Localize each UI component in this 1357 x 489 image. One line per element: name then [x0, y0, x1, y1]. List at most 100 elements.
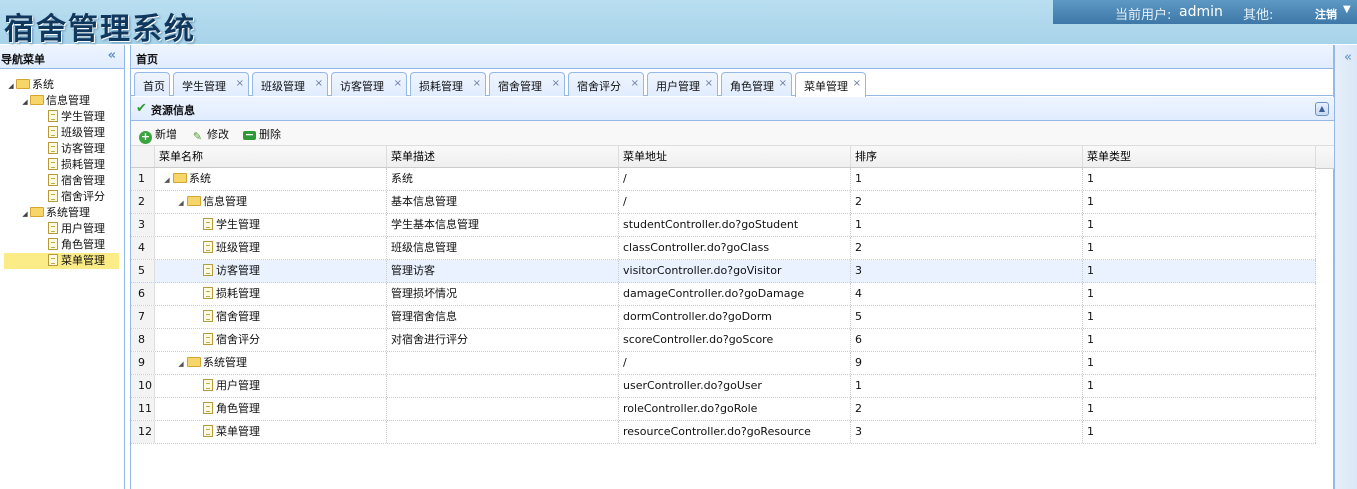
caret-down-icon[interactable]: ▼: [1343, 4, 1351, 15]
table-row[interactable]: 8 宿舍评分 对宿舍进行评分 scoreController.do?goScore 6 1: [131, 329, 1316, 352]
cell-description: 学生基本信息管理: [387, 214, 619, 236]
nav-tree-item[interactable]: 菜单管理: [4, 253, 119, 269]
check-icon: ✔: [136, 101, 147, 116]
table-row[interactable]: 3 学生管理 学生基本信息管理 studentController.do?goStud…: [131, 214, 1316, 237]
expand-arrow-icon[interactable]: ◢: [20, 206, 30, 222]
close-icon[interactable]: ×: [779, 78, 787, 89]
nav-tree-item[interactable]: 学生管理: [0, 109, 124, 125]
nav-tree-item[interactable]: 宿舍管理: [0, 173, 124, 189]
nav-tree-item-label: 系统: [32, 78, 54, 91]
row-number: 1: [131, 168, 155, 190]
nav-tree-item[interactable]: ◢ 信息管理: [0, 93, 124, 109]
column-header-url[interactable]: 菜单地址: [619, 146, 851, 167]
nav-tree-item[interactable]: ◢ 系统: [0, 77, 124, 93]
table-row[interactable]: 1 ◢ 系统 系统/1 1: [131, 168, 1316, 191]
resource-panel: ✔ 资源信息 ▲ + 新增 ✎ 修改 − 删除 菜单名称 菜单描述 菜单地址 排序 菜…: [131, 97, 1335, 489]
table-row[interactable]: 4 班级管理 班级信息管理 classController.do?goClass 2 1: [131, 237, 1316, 260]
cell-description: 基本信息管理: [387, 191, 619, 213]
tab-item[interactable]: 损耗管理 ×: [410, 72, 486, 96]
tab-item[interactable]: 宿舍评分 ×: [568, 72, 644, 96]
expand-arrow-icon[interactable]: ◢: [6, 78, 16, 94]
add-button[interactable]: + 新增: [139, 126, 177, 144]
table-row[interactable]: 5 访客管理 管理访客 visitorController.do?goVisitor 3…: [131, 260, 1316, 283]
nav-tree-item[interactable]: 损耗管理: [0, 157, 124, 173]
east-collapsed-panel[interactable]: «: [1334, 45, 1357, 489]
expand-arrow-icon[interactable]: ◢: [175, 353, 187, 374]
file-icon: [48, 190, 58, 202]
nav-panel-title: 导航菜单: [1, 53, 45, 66]
tab-item[interactable]: 用户管理 ×: [647, 72, 718, 96]
row-number: 2: [131, 191, 155, 213]
close-icon[interactable]: ×: [552, 78, 560, 89]
cell-sort: 3: [851, 421, 1083, 443]
cell-sort: 2: [851, 191, 1083, 213]
resource-grid: 菜单名称 菜单描述 菜单地址 排序 菜单类型 1 ◢ 系统 系统/1 1 2 ◢ 信息管理 基本…: [131, 146, 1316, 444]
close-icon[interactable]: ×: [853, 78, 861, 89]
file-icon: [203, 379, 213, 391]
expand-left-icon[interactable]: «: [1344, 50, 1352, 65]
nav-tree-item[interactable]: 用户管理: [0, 221, 124, 237]
table-row[interactable]: 7 宿舍管理 管理宿舍信息 dormController.do?goDorm 5 1: [131, 306, 1316, 329]
tab-item[interactable]: 首页: [134, 72, 170, 96]
folder-icon: [187, 357, 201, 367]
expand-arrow-icon[interactable]: ◢: [20, 94, 30, 110]
table-row[interactable]: 9 ◢ 系统管理/9 1: [131, 352, 1316, 375]
cell-description: [387, 398, 619, 420]
delete-button[interactable]: − 删除: [243, 126, 281, 142]
table-row[interactable]: 11 角色管理 roleController.do?goRole 2 1: [131, 398, 1316, 421]
nav-tree-item-label: 访客管理: [61, 142, 105, 155]
delete-button-label: 删除: [259, 128, 281, 141]
cell-name: 学生管理: [216, 218, 260, 231]
app-title: 宿舍管理系统: [4, 12, 196, 47]
nav-tree-item[interactable]: 宿舍评分: [0, 189, 124, 205]
resource-panel-header: ✔ 资源信息 ▲: [131, 97, 1335, 121]
nav-tree-item[interactable]: 角色管理: [0, 237, 124, 253]
file-icon: [48, 238, 58, 250]
table-row[interactable]: 6 损耗管理 管理损坏情况 damageController.do?goDamage 4…: [131, 283, 1316, 306]
close-icon[interactable]: ×: [705, 78, 713, 89]
cell-name-wrap: ◢ 系统: [155, 168, 387, 190]
tab-item[interactable]: 学生管理 ×: [173, 72, 249, 96]
tab-item[interactable]: 角色管理 ×: [721, 72, 792, 96]
row-number: 11: [131, 398, 155, 420]
nav-tree: ◢ 系统 ◢ 信息管理 学生管理 班级管理 访客管理 损耗管理 宿舍管理 宿舍评分 ◢ 系统管理 用户管…: [0, 69, 124, 269]
tab-item[interactable]: 班级管理 ×: [252, 72, 328, 96]
nav-tree-item[interactable]: 班级管理: [0, 125, 124, 141]
table-row[interactable]: 2 ◢ 信息管理 基本信息管理/2 1: [131, 191, 1316, 214]
resource-panel-title: 资源信息: [151, 104, 195, 117]
column-header-type[interactable]: 菜单类型: [1083, 146, 1316, 167]
column-header-name[interactable]: 菜单名称: [155, 146, 387, 167]
tab-item[interactable]: 宿舍管理 ×: [489, 72, 565, 96]
edit-button[interactable]: ✎ 修改: [191, 126, 229, 144]
nav-tree-item-label: 角色管理: [61, 238, 105, 251]
current-user-name: admin: [1179, 4, 1223, 20]
nav-tree-item[interactable]: ◢ 系统管理: [0, 205, 124, 221]
close-icon[interactable]: ×: [631, 78, 639, 89]
close-icon[interactable]: ×: [473, 78, 481, 89]
cell-name-wrap: ◢ 信息管理: [155, 191, 387, 213]
cell-description: 对宿舍进行评分: [387, 329, 619, 351]
close-icon[interactable]: ×: [315, 78, 323, 89]
cell-url: /: [619, 191, 851, 213]
nav-panel-header: 导航菜单 «: [0, 45, 124, 69]
cell-url: /: [619, 168, 851, 190]
cell-description: 管理损坏情况: [387, 283, 619, 305]
grid-header-filler: [1316, 146, 1334, 169]
table-row[interactable]: 12 菜单管理 resourceController.do?goResource 3 1: [131, 421, 1316, 444]
column-header-description[interactable]: 菜单描述: [387, 146, 619, 167]
tab-label: 菜单管理: [804, 80, 848, 93]
close-icon[interactable]: ×: [236, 78, 244, 89]
expand-arrow-icon[interactable]: ◢: [175, 192, 187, 213]
tab-item[interactable]: 菜单管理 ×: [795, 72, 866, 97]
nav-tree-item[interactable]: 访客管理: [0, 141, 124, 157]
cell-name: 宿舍评分: [216, 333, 260, 346]
tab-item[interactable]: 访客管理 ×: [331, 72, 407, 96]
close-icon[interactable]: ×: [394, 78, 402, 89]
collapse-left-icon[interactable]: «: [108, 48, 116, 63]
column-header-sort[interactable]: 排序: [851, 146, 1083, 167]
logout-button[interactable]: 注销: [1315, 6, 1337, 22]
expand-arrow-icon[interactable]: ◢: [161, 169, 173, 190]
collapse-up-icon[interactable]: ▲: [1315, 102, 1329, 116]
table-row[interactable]: 10 用户管理 userController.do?goUser 1 1: [131, 375, 1316, 398]
file-icon: [48, 142, 58, 154]
